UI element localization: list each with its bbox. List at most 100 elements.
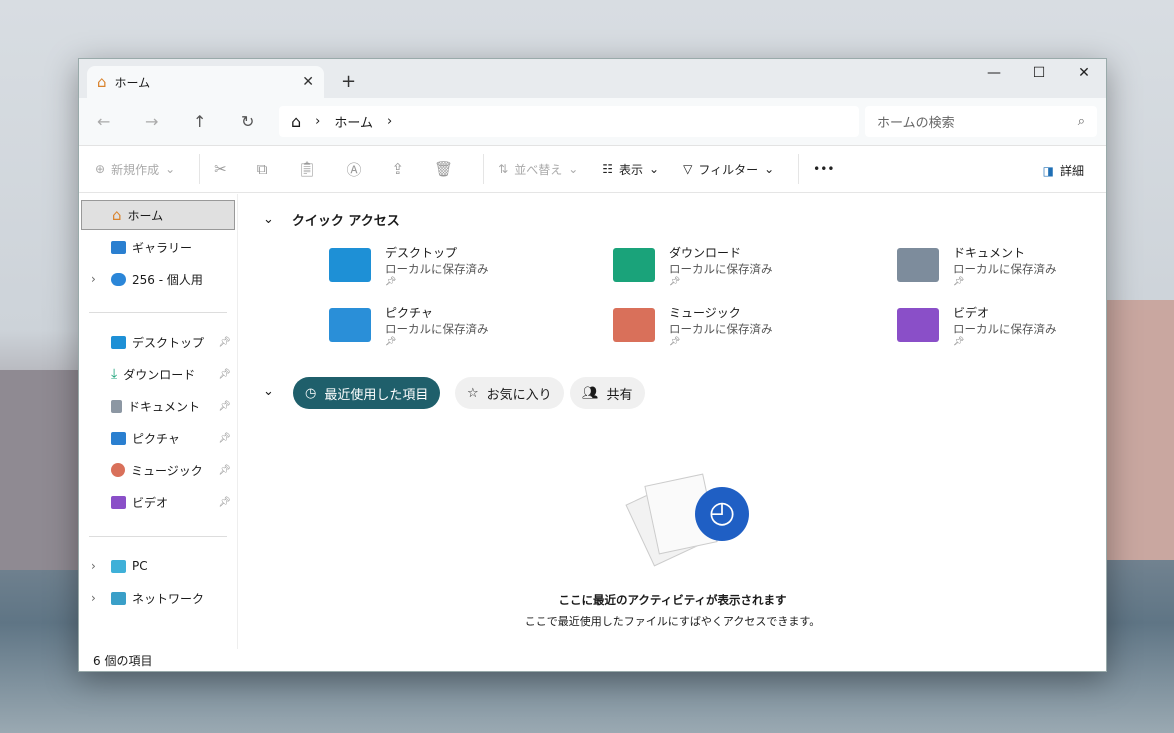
sidebar-item-home[interactable]: ⌂ ホーム [81,200,235,230]
pin-icon[interactable]: 📌︎ [218,369,231,380]
item-name: ビデオ [953,306,990,320]
delete-icon[interactable]: 🗑︎ [434,160,453,178]
pin-icon: 📌︎ [953,277,965,287]
sidebar-item-documents[interactable]: ドキュメント 📌︎ [81,391,235,421]
recent-section-toggle[interactable]: ⌄ [263,384,274,399]
close-button[interactable]: ✕ [1061,65,1107,81]
folder-icon [897,308,939,342]
folder-icon [613,248,655,282]
search-placeholder: ホームの検索 [877,116,955,131]
label: ドキュメント [128,399,201,414]
chevron-right-icon[interactable]: › [387,114,392,129]
label: PC [132,559,148,573]
sidebar-item-gallery[interactable]: ギャラリー [81,232,235,262]
section-title: クイック アクセス [291,214,400,229]
refresh-button[interactable]: ↻ [241,112,254,131]
pin-icon: 📌︎ [669,277,681,287]
forward-button[interactable]: → [145,112,158,131]
clock-icon: ◷ [305,385,317,401]
sidebar-item-onedrive[interactable]: › 256 - 個人用 [81,264,235,294]
pc-icon [111,559,126,573]
rename-icon[interactable]: Ⓐ [346,159,361,180]
minimize-button[interactable]: — [971,65,1017,81]
search-input[interactable]: ホームの検索 ⌕ [865,106,1097,137]
item-status: ローカルに保存済み [669,322,773,336]
more-button[interactable]: ••• [813,162,834,176]
pin-icon[interactable]: 📌︎ [218,401,231,412]
quick-access-item[interactable]: ビデオ ローカルに保存済み 📌︎ [897,304,1057,347]
document-icon [111,399,122,413]
recent-empty-illustration: ◴ [625,469,749,567]
quick-access-item[interactable]: ドキュメント ローカルに保存済み 📌︎ [897,244,1057,287]
sort-button[interactable]: ⇅ 並べ替え ⌄ [498,161,578,178]
quick-access-item[interactable]: ダウンロード ローカルに保存済み 📌︎ [613,244,773,287]
label: ホーム [127,208,164,223]
chevron-down-icon[interactable]: ⌄ [263,212,274,227]
cut-icon[interactable]: ✂ [214,160,227,178]
item-name: ドキュメント [953,246,1026,260]
navigation-pane: ⌂ ホーム ギャラリー › 256 - 個人用 デスクトップ 📌︎ ⤓ ダウンロード 📌︎… [79,194,238,649]
share-icon[interactable]: ⇪ [392,160,405,178]
details-button[interactable]: ◨ 詳細 [1043,162,1084,179]
quick-access-header[interactable]: ⌄ クイック アクセス [263,210,400,229]
sidebar-item-music[interactable]: ミュージック 📌︎ [81,455,235,485]
item-name: ダウンロード [669,246,742,260]
back-button[interactable]: ← [97,112,110,131]
label: ギャラリー [132,240,193,255]
filter-button[interactable]: ▽ フィルター ⌄ [683,161,774,178]
new-tab-button[interactable]: + [341,71,356,92]
divider [483,154,485,184]
label: ピクチャ [132,431,180,446]
tab-favorites[interactable]: ☆ お気に入り [455,377,564,409]
sidebar-item-desktop[interactable]: デスクトップ 📌︎ [81,327,235,357]
pin-icon[interactable]: 📌︎ [218,337,231,348]
plus-icon: ⊕ [95,162,106,176]
maximize-button[interactable]: ☐ [1016,65,1062,81]
quick-access-item[interactable]: デスクトップ ローカルに保存済み 📌︎ [329,244,489,287]
tab-shared[interactable]: 👥︎ 共有 [570,377,645,409]
tab-home[interactable]: ⌂ ホーム ✕ [87,66,324,98]
sidebar-item-network[interactable]: › ネットワーク [81,583,235,613]
folder-icon [613,308,655,342]
pin-icon[interactable]: 📌︎ [218,433,231,444]
sidebar-item-videos[interactable]: ビデオ 📌︎ [81,487,235,517]
filter-icon: ▽ [683,162,693,176]
quick-access-item[interactable]: ミュージックローカルに保存済み 📌︎ [613,304,773,347]
title-bar: ⌂ ホーム ✕ + — ☐ ✕ [79,59,1106,98]
item-name: ミュージック [669,306,741,320]
paste-icon[interactable]: 📋︎ [297,160,316,178]
pin-icon[interactable]: 📌︎ [218,497,231,508]
view-button[interactable]: ☷ 表示 ⌄ [602,161,659,178]
filter-label: フィルター [698,162,759,177]
file-explorer-window: ⌂ ホーム ✕ + — ☐ ✕ ← → ↑ ↻ ⌂ › ホーム › ホームの検索… [78,58,1107,672]
up-button[interactable]: ↑ [193,112,206,131]
chevron-right-icon: › [315,114,321,129]
breadcrumb-home[interactable]: ホーム [334,112,373,131]
chevron-down-icon[interactable]: ⌄ [263,384,274,399]
home-icon: ⌂ [112,206,122,224]
chevron-right-icon[interactable]: › [91,559,96,573]
folder-icon [329,308,371,342]
pin-icon: 📌︎ [669,337,681,347]
sidebar-item-downloads[interactable]: ⤓ ダウンロード 📌︎ [81,359,235,389]
address-bar[interactable]: ⌂ › ホーム › [279,106,859,137]
sidebar-item-pc[interactable]: › PC [81,551,235,581]
home-icon: ⌂ [97,73,107,91]
network-icon [111,591,126,605]
people-icon: 👥︎ [582,385,599,401]
quick-access-item[interactable]: ピクチャ ローカルに保存済み 📌︎ [329,304,489,347]
tab-title: ホーム [114,75,151,90]
item-status: ローカルに保存済み [385,262,489,276]
chevron-right-icon[interactable]: › [91,591,96,605]
tab-recent[interactable]: ◷ 最近使用した項目 [293,377,441,409]
new-button[interactable]: ⊕ 新規作成 ⌄ [95,161,175,178]
tab-close-button[interactable]: ✕ [302,74,314,90]
details-label: 詳細 [1059,164,1084,178]
copy-icon[interactable]: ⧉ [257,160,268,178]
sidebar-item-pictures[interactable]: ピクチャ 📌︎ [81,423,235,453]
video-icon [111,495,126,509]
home-icon: ⌂ [291,112,302,131]
chevron-right-icon[interactable]: › [91,272,96,286]
pin-icon[interactable]: 📌︎ [218,465,231,476]
label: ミュージック [131,463,203,478]
